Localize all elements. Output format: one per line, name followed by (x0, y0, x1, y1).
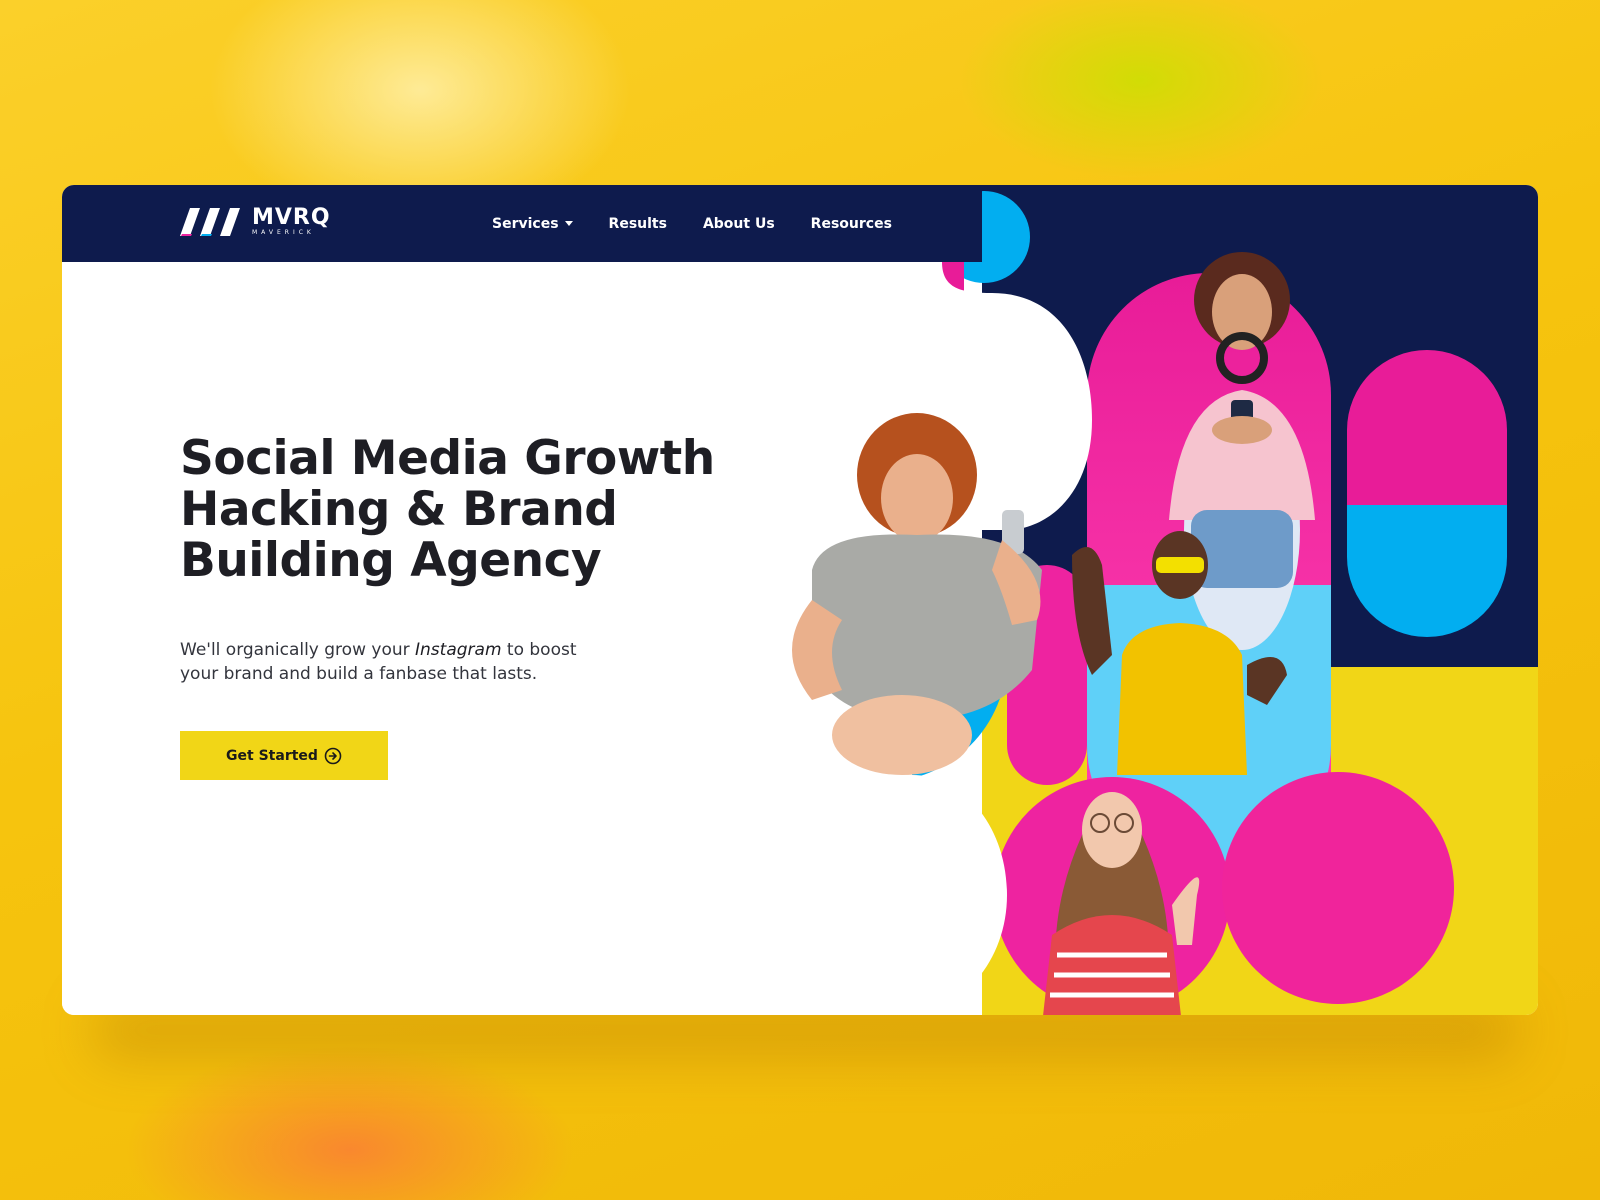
nav-item-about-us[interactable]: About Us (703, 216, 775, 232)
caret-down-icon (564, 221, 573, 226)
subtext-emphasis: Instagram (415, 640, 502, 660)
website-preview-card: MVRQ MAVERICK Services Results About Us … (62, 185, 1538, 1015)
logo-slashes-icon (180, 207, 240, 236)
get-started-button[interactable]: Get Started (180, 731, 388, 780)
subtext-start: We'll organically grow your (180, 640, 416, 660)
brand-logo[interactable]: MVRQ MAVERICK (180, 207, 331, 236)
brand-tagline: MAVERICK (252, 229, 315, 236)
nav-item-label: Services (492, 215, 559, 232)
top-nav-bar: MVRQ MAVERICK Services Results About Us … (62, 185, 982, 262)
nav-item-resources[interactable]: Resources (811, 216, 892, 232)
magenta-circle-bottom-right (1222, 772, 1454, 1004)
headline-line: Social Media Growth (180, 431, 715, 486)
nav-item-label: Results (608, 215, 667, 232)
nav-item-label: Resources (810, 215, 892, 232)
headline-line: Building Agency (180, 533, 602, 588)
main-nav: Services Results About Us Resources (492, 185, 892, 262)
hero-content: Social Media Growth Hacking & Brand Buil… (180, 433, 740, 780)
get-started-label: Get Started (226, 747, 318, 764)
nav-item-results[interactable]: Results (609, 216, 667, 232)
headline-line: Hacking & Brand (180, 482, 618, 537)
hero-headline: Social Media Growth Hacking & Brand Buil… (180, 433, 740, 586)
magenta-capsule-right (1347, 350, 1507, 505)
brand-name: MVRQ (252, 205, 331, 230)
nav-item-services[interactable]: Services (492, 216, 573, 232)
hero-subtext: We'll organically grow your Instagram to… (180, 638, 610, 686)
nav-item-label: About Us (702, 215, 775, 232)
arrow-circle-right-icon (324, 747, 342, 764)
